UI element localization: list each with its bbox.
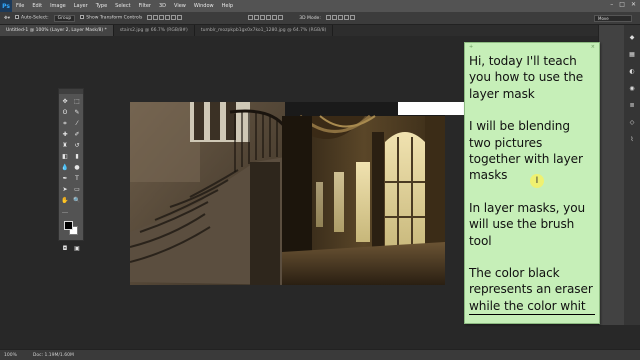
transform-controls-checkbox[interactable]: Show Transform Controls [80,15,142,21]
path-select-tool-icon[interactable]: ➤ [59,184,71,195]
panel-grip[interactable] [59,89,83,94]
shape-tool-icon[interactable]: ▭ [71,184,83,195]
swatches-panel-icon[interactable]: ▦ [627,49,637,59]
tab-stairs2[interactable]: stairs2.jpg @ 66.7% (RGB/8#) [114,25,195,36]
auto-select-label: Auto-Select: [21,15,49,21]
document-tabs: Untitled-1 @ 100% (Layer 2, Layer Mask/8… [0,25,640,36]
3d-mode-label: 3D Mode: [299,15,321,21]
channels-panel-icon[interactable]: ◇ [627,117,637,127]
canvas-image [130,102,445,285]
paths-panel-icon[interactable]: ⌇ [627,134,637,144]
dodge-tool-icon[interactable]: ● [71,162,83,173]
styles-panel-icon[interactable]: ◉ [627,83,637,93]
text-cursor-icon: I [530,174,544,188]
eraser-tool-icon[interactable]: ◧ [59,151,71,162]
history-brush-tool-icon[interactable]: ↺ [71,140,83,151]
menu-3d[interactable]: 3D [159,3,166,9]
note-add-icon[interactable]: + [469,43,473,51]
3d-mode-icons[interactable] [325,14,356,22]
screen-mode-icon[interactable]: ▣ [71,243,83,254]
menu-bar: Ps File Edit Image Layer Type Select Fil… [0,0,640,12]
menu-view[interactable]: View [174,3,186,9]
note-paragraph: I will be blending two pictures together… [469,119,583,183]
color-swatches[interactable] [59,219,83,239]
menu-file[interactable]: File [16,3,24,9]
marquee-tool-icon[interactable]: ⬚ [71,96,83,107]
menu-help[interactable]: Help [222,3,233,9]
panel-dock: ◆ ▦ ◐ ◉ ≣ ◇ ⌇ [624,25,640,325]
tab-tumblr[interactable]: tumblr_mozpkpb1gx0x7ko1_1280.jpg @ 64.7%… [195,25,334,36]
menu-image[interactable]: Image [50,3,66,9]
brush-tool-icon[interactable]: ✐ [71,129,83,140]
color-panel-icon[interactable]: ◆ [627,32,637,42]
layers-panel-icon[interactable]: ≣ [627,100,637,110]
move-tool-icon[interactable]: ✥ [59,96,71,107]
hand-tool-icon[interactable]: ✋ [59,195,71,206]
pen-tool-icon[interactable]: ✒ [59,173,71,184]
menu-layer[interactable]: Layer [74,3,88,9]
maximize-icon[interactable]: □ [619,1,625,8]
note-header[interactable]: + × [465,43,599,51]
menu-type[interactable]: Type [96,3,107,9]
blur-tool-icon[interactable]: 💧 [59,162,71,173]
note-paragraph: The color black represents an eraser whi… [469,265,595,316]
healing-tool-icon[interactable]: ✚ [59,129,71,140]
transform-controls-label: Show Transform Controls [86,15,143,21]
tools-panel: ✥ ⬚ ʘ ✎ ⌗ ⁄ ✚ ✐ ♜ ↺ ◧ ▮ 💧 ● ✒ T ➤ ▭ ✋ 🔍 … ◘ ▣ [58,88,84,252]
layers-panel-strip [598,25,624,325]
quick-select-tool-icon[interactable]: ✎ [71,107,83,118]
menu-edit[interactable]: Edit [32,3,42,9]
zoom-level[interactable]: 100% [4,353,17,358]
distribute-icons[interactable] [248,14,284,22]
note-paragraph: In layer masks, you will use the brush t… [469,200,586,248]
crop-tool-icon[interactable]: ⌗ [59,118,71,129]
canvas-white-area [398,102,468,115]
workspace-dropdown[interactable]: Move [594,15,632,22]
more-tools-icon[interactable]: … [59,206,71,217]
align-icons[interactable] [147,14,183,22]
photoshop-window: Ps File Edit Image Layer Type Select Fil… [0,0,640,360]
status-bar: 100% Doc: 1.19M/1.60M [0,349,640,360]
adjustments-panel-icon[interactable]: ◐ [627,66,637,76]
close-icon[interactable]: ✕ [631,1,636,8]
app-logo: Ps [0,0,12,12]
menu-select[interactable]: Select [115,3,130,9]
type-tool-icon[interactable]: T [71,173,83,184]
menu-filter[interactable]: Filter [139,3,151,9]
auto-select-checkbox[interactable]: Auto-Select: [15,15,49,21]
eyedropper-tool-icon[interactable]: ⁄ [71,118,83,129]
options-bar: ✥▾ Auto-Select: Group Show Transform Con… [0,12,640,25]
foreground-color-swatch[interactable] [64,221,73,230]
note-paragraph: Hi, today I'll teach you how to use the … [469,54,584,101]
auto-select-dropdown[interactable]: Group [53,14,76,22]
stamp-tool-icon[interactable]: ♜ [59,140,71,151]
note-close-icon[interactable]: × [591,43,595,51]
quick-mask-icon[interactable]: ◘ [59,243,71,254]
tab-untitled-1[interactable]: Untitled-1 @ 100% (Layer 2, Layer Mask/8… [0,25,114,36]
zoom-tool-icon[interactable]: 🔍 [71,195,83,206]
document-canvas[interactable] [130,102,445,285]
doc-size: Doc: 1.19M/1.60M [32,352,74,358]
minimize-icon[interactable]: – [610,1,613,8]
menu-window[interactable]: Window [194,3,214,9]
lasso-tool-icon[interactable]: ʘ [59,107,71,118]
gradient-tool-icon[interactable]: ▮ [71,151,83,162]
move-tool-icon[interactable]: ✥▾ [4,16,10,21]
